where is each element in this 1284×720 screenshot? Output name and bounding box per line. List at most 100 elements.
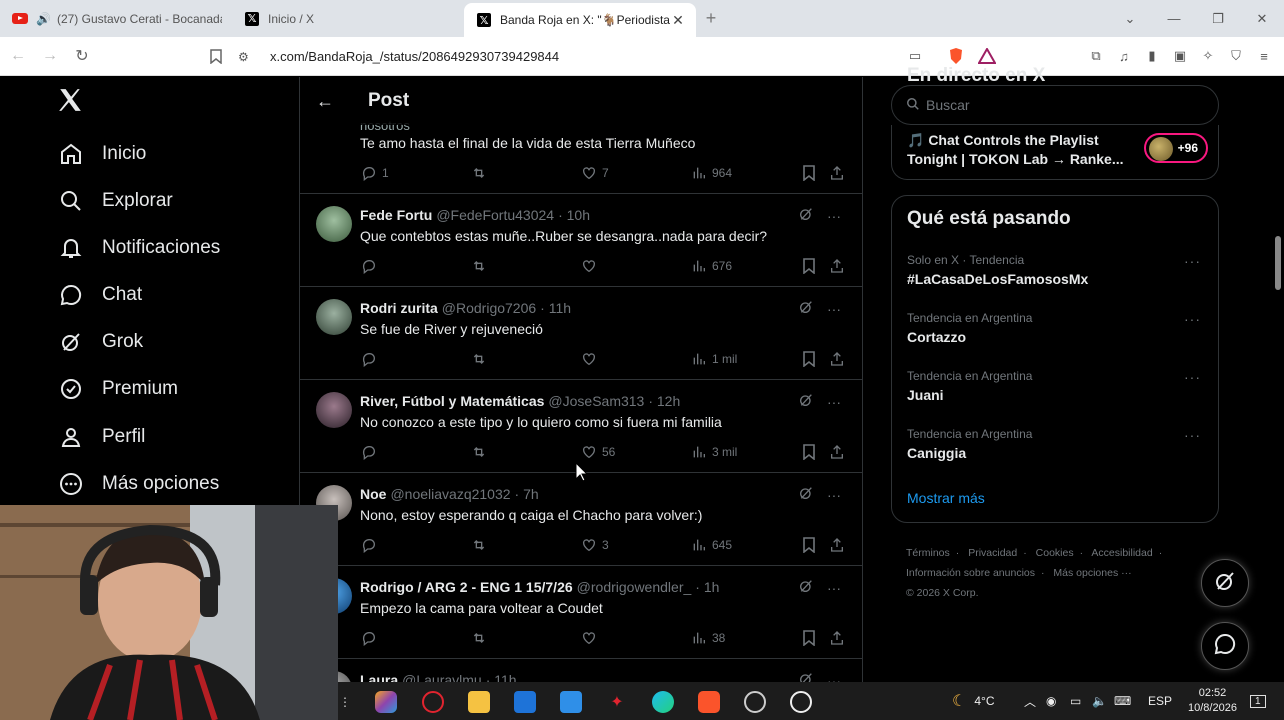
- back-arrow-icon[interactable]: ←: [4, 42, 32, 70]
- repost-button[interactable]: [470, 536, 492, 554]
- like-button[interactable]: 3: [580, 536, 609, 554]
- bookmark-button[interactable]: [800, 536, 822, 554]
- vpn-icon[interactable]: ⛉: [1226, 46, 1246, 66]
- footer-link[interactable]: Privacidad: [968, 547, 1017, 559]
- close-window-icon[interactable]: ✕: [1240, 0, 1284, 37]
- reply-item[interactable]: Rodri zurita @Rodrigo7206 · 11h ··· Se fue d…: [300, 287, 862, 380]
- author-name[interactable]: Noe: [360, 486, 386, 502]
- grok-icon[interactable]: [794, 485, 818, 504]
- bookmark-button[interactable]: [800, 350, 822, 368]
- share-button[interactable]: [828, 257, 850, 275]
- author-handle[interactable]: @JoseSam313: [548, 393, 644, 409]
- views-button[interactable]: 1 mil: [690, 350, 737, 368]
- like-button[interactable]: [580, 629, 602, 647]
- close-tab-icon[interactable]: ✕: [670, 12, 686, 29]
- brave-rewards-icon[interactable]: [977, 46, 997, 66]
- chevron-up-icon[interactable]: ︿: [1024, 682, 1036, 720]
- like-button[interactable]: [580, 257, 602, 275]
- extensions-icon[interactable]: ⧉: [1086, 46, 1106, 66]
- live-space-card[interactable]: 🎵 Chat Controls the Playlist Tonight | T…: [891, 125, 1219, 180]
- copilot-icon[interactable]: [375, 691, 397, 713]
- bookmark-button[interactable]: [800, 257, 822, 275]
- like-button[interactable]: 56: [580, 443, 615, 461]
- x-logo-icon[interactable]: [57, 87, 87, 117]
- nav-item-premium[interactable]: Premium: [58, 371, 178, 407]
- author-name[interactable]: Rodrigo / ARG 2 - ENG 1 15/7/26: [360, 579, 573, 595]
- nav-item-inicio[interactable]: Inicio: [58, 136, 146, 172]
- share-button[interactable]: [828, 164, 850, 182]
- cast-icon[interactable]: ▭: [905, 46, 925, 66]
- nav-item-explorar[interactable]: Explorar: [58, 183, 173, 219]
- clock[interactable]: 02:52 10/8/2026: [1188, 682, 1237, 720]
- scrollbar-thumb[interactable]: [1275, 236, 1281, 290]
- url-field[interactable]: ⚙ x.com/BandaRoja_/status/20864929307394…: [238, 45, 898, 68]
- wallet-icon[interactable]: ▣: [1170, 46, 1190, 66]
- volume-icon[interactable]: 🔈: [1092, 682, 1107, 720]
- reply-item[interactable]: River, Fútbol y Matemáticas @JoseSam313 · …: [300, 380, 862, 473]
- repost-button[interactable]: [470, 443, 492, 461]
- footer-link[interactable]: Términos: [906, 547, 950, 559]
- more-options-icon[interactable]: ···: [822, 208, 846, 224]
- search-input[interactable]: Buscar: [891, 85, 1219, 125]
- reply-button[interactable]: [360, 536, 382, 554]
- file-explorer-icon[interactable]: [468, 691, 490, 713]
- chat-fab-button[interactable]: [1201, 622, 1249, 670]
- keyboard-icon[interactable]: ⌨: [1114, 682, 1131, 720]
- restore-icon[interactable]: ❐: [1196, 0, 1240, 37]
- share-button[interactable]: [828, 536, 850, 554]
- share-button[interactable]: [828, 443, 850, 461]
- grok-icon[interactable]: [794, 392, 818, 411]
- recording-app-icon[interactable]: [790, 691, 812, 713]
- trend-item[interactable]: Solo en X · Tendencia #LaCasaDeLosFamoso…: [907, 253, 1207, 287]
- author-handle[interactable]: @Rodrigo7206: [442, 300, 536, 316]
- post-time[interactable]: · 7h: [515, 486, 539, 502]
- post-time[interactable]: · 12h: [648, 393, 680, 409]
- reload-icon[interactable]: ↻: [68, 42, 96, 70]
- author-handle[interactable]: @noeliavazq21032: [390, 486, 510, 502]
- grok-icon[interactable]: [794, 299, 818, 318]
- forward-arrow-icon[interactable]: →: [36, 42, 64, 70]
- edge-icon[interactable]: [652, 691, 674, 713]
- new-tab-icon[interactable]: +: [696, 0, 726, 37]
- share-button[interactable]: [828, 350, 850, 368]
- bookmark-button[interactable]: [800, 443, 822, 461]
- views-button[interactable]: 3 mil: [690, 443, 737, 461]
- tray-app-icon[interactable]: ◉: [1046, 682, 1056, 720]
- reply-item[interactable]: nosotros Te amo hasta el final de la vid…: [300, 115, 862, 194]
- author-name[interactable]: Rodri zurita: [360, 300, 438, 316]
- weather-widget[interactable]: ☾ 4°C: [952, 682, 994, 720]
- grok-icon[interactable]: [794, 578, 818, 597]
- repost-button[interactable]: [470, 164, 492, 182]
- views-button[interactable]: 964: [690, 164, 732, 182]
- views-button[interactable]: 645: [690, 536, 732, 554]
- more-options-icon[interactable]: ···: [822, 580, 846, 596]
- notifications-icon[interactable]: 1: [1250, 682, 1266, 720]
- bookmark-button[interactable]: [800, 629, 822, 647]
- reply-button[interactable]: [360, 257, 382, 275]
- like-button[interactable]: 7: [580, 164, 609, 182]
- reply-item[interactable]: Rodrigo / ARG 2 - ENG 1 15/7/26 @rodrigow…: [300, 566, 862, 659]
- more-options-icon[interactable]: ···: [1184, 311, 1201, 327]
- menu-icon[interactable]: ≡: [1254, 46, 1274, 66]
- footer-link[interactable]: Cookies: [1036, 547, 1074, 559]
- nav-item-grok[interactable]: Grok: [58, 324, 143, 360]
- show-more-link[interactable]: Mostrar más: [907, 490, 985, 506]
- reply-button[interactable]: [360, 629, 382, 647]
- brave-icon[interactable]: [698, 691, 720, 713]
- grok-icon[interactable]: [794, 206, 818, 225]
- avatar[interactable]: [316, 206, 352, 242]
- repost-button[interactable]: [470, 350, 492, 368]
- bookmark-button[interactable]: [800, 164, 822, 182]
- browser-tab-active[interactable]: 𝕏 Banda Roja en X: "🐐Periodista: ✕: [464, 3, 696, 37]
- reply-button[interactable]: [360, 350, 382, 368]
- app-red-icon[interactable]: ✦: [606, 691, 628, 713]
- views-button[interactable]: 38: [690, 629, 725, 647]
- page-scrollbar[interactable]: [1274, 81, 1282, 701]
- footer-link[interactable]: Accesibilidad: [1091, 547, 1152, 559]
- obs-icon[interactable]: [744, 691, 766, 713]
- author-handle[interactable]: @FedeFortu43024: [436, 207, 554, 223]
- avatar[interactable]: [316, 392, 352, 428]
- bookmark-icon[interactable]: [202, 42, 230, 70]
- grok-fab-button[interactable]: [1201, 559, 1249, 607]
- repost-button[interactable]: [470, 629, 492, 647]
